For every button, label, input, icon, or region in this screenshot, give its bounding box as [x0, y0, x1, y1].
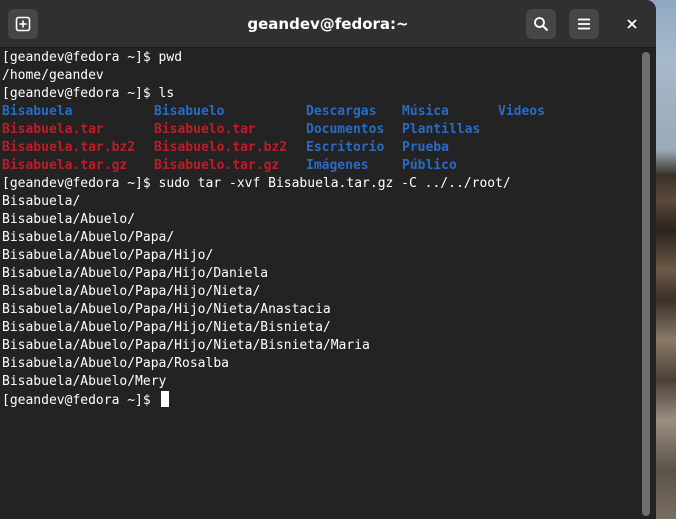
new-tab-icon: [15, 16, 31, 32]
scrollbar-thumb[interactable]: [642, 52, 650, 516]
ls-listing: Bisabuela Bisabuelo Descargas Música Videos B…: [0, 103, 640, 175]
directory-entry: Videos: [498, 104, 545, 119]
directory-entry: Escritorio: [306, 140, 385, 155]
terminal-window: geandev@fedora:~ [geandev@fedora ~]$ pwd…: [0, 0, 656, 519]
new-tab-button[interactable]: [8, 9, 38, 39]
command-text: pwd: [158, 50, 183, 65]
directory-entry: Descargas: [306, 104, 377, 119]
archive-entry: Bisabuelo.tar.bz2: [154, 140, 288, 155]
close-icon: [627, 19, 637, 29]
tar-output-line: Bisabuela/Abuelo/Papa/Hijo/Daniela: [2, 266, 269, 281]
directory-entry: Prueba: [402, 140, 449, 155]
command-text: sudo tar -xvf Bisabuela.tar.gz -C ../../…: [158, 176, 511, 191]
tar-output-line: Bisabuela/Abuelo/Papa/Hijo/Nieta/Bisniet…: [2, 320, 331, 335]
text-cursor: [160, 391, 169, 407]
terminal-line: /home/geandev: [2, 68, 104, 83]
tar-output-line: Bisabuela/Abuelo/Mery: [2, 374, 167, 389]
archive-entry: Bisabuelo.tar: [154, 122, 256, 137]
archive-entry: Bisabuela.tar: [2, 122, 104, 137]
directory-entry: Plantillas: [402, 122, 481, 137]
terminal-line: [geandev@fedora ~]$ pwd: [0, 49, 640, 67]
terminal-line: [geandev@fedora ~]$ ls: [0, 85, 640, 103]
directory-entry: Documentos: [306, 122, 385, 137]
shell-prompt: [geandev@fedora ~]$: [2, 393, 159, 408]
hamburger-menu-icon: [578, 18, 590, 30]
window-title: geandev@fedora:~: [247, 15, 409, 33]
search-icon: [534, 17, 549, 32]
command-text: ls: [158, 86, 175, 101]
directory-entry: Público: [402, 158, 457, 173]
archive-entry: Bisabuela.tar.bz2: [2, 140, 136, 155]
terminal-line: [geandev@fedora ~]$ sudo tar -xvf Bisabu…: [0, 175, 640, 193]
archive-entry: Bisabuelo.tar.gz: [154, 158, 280, 173]
tar-output-line: Bisabuela/Abuelo/Papa/Hijo/Nieta/Anastac…: [2, 302, 331, 317]
tar-output-line: Bisabuela/Abuelo/Papa/Hijo/Nieta/Bisniet…: [2, 338, 370, 353]
tar-output-line: Bisabuela/Abuelo/Papa/Hijo/Nieta/: [2, 284, 261, 299]
ls-row: Bisabuela.tar.bz2 Bisabuelo.tar.bz2 Escrit…: [0, 139, 640, 157]
search-button[interactable]: [526, 9, 556, 39]
terminal-output[interactable]: [geandev@fedora ~]$ pwd /home/geandev [g…: [0, 49, 640, 519]
menu-button[interactable]: [569, 9, 599, 39]
directory-entry: Imágenes: [306, 158, 369, 173]
ls-row: Bisabuela Bisabuelo Descargas Música Videos: [0, 103, 640, 121]
close-button[interactable]: [617, 9, 647, 39]
directory-entry: Música: [402, 104, 449, 119]
shell-prompt: [geandev@fedora ~]$: [2, 176, 159, 191]
shell-prompt: [geandev@fedora ~]$: [2, 50, 159, 65]
tar-output: Bisabuela/Bisabuela/Abuelo/Bisabuela/Abu…: [0, 193, 640, 391]
directory-entry: Bisabuela: [2, 104, 73, 119]
tar-output-line: Bisabuela/Abuelo/: [2, 212, 136, 227]
tar-output-line: Bisabuela/: [2, 194, 81, 209]
scrollbar[interactable]: [642, 52, 650, 516]
tar-output-line: Bisabuela/Abuelo/Papa/Rosalba: [2, 356, 229, 371]
tar-output-line: Bisabuela/Abuelo/Papa/: [2, 230, 175, 245]
shell-prompt: [geandev@fedora ~]$: [2, 86, 159, 101]
titlebar: geandev@fedora:~: [0, 0, 656, 48]
directory-entry: Bisabuelo: [154, 104, 225, 119]
ls-row: Bisabuela.tar Bisabuelo.tar Documentos Plan…: [0, 121, 640, 139]
tar-output-line: Bisabuela/Abuelo/Papa/Hijo/: [2, 248, 214, 263]
terminal-line: [geandev@fedora ~]$: [0, 391, 640, 409]
ls-row: Bisabuela.tar.gz Bisabuelo.tar.gz Imágenes…: [0, 157, 640, 175]
archive-entry: Bisabuela.tar.gz: [2, 158, 128, 173]
